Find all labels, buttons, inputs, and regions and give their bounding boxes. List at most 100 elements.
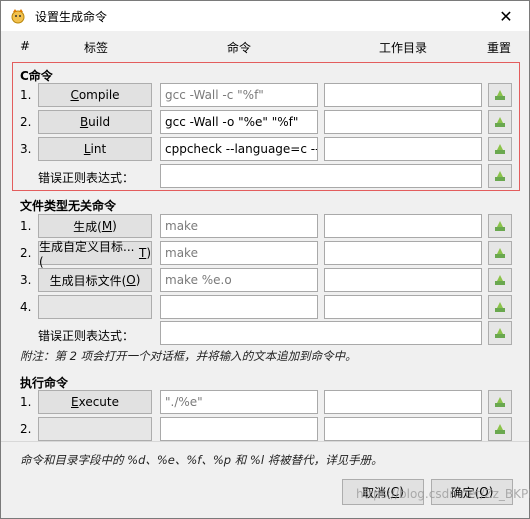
cancel-label-post: ) (399, 485, 404, 499)
reset-button[interactable] (488, 417, 512, 441)
row-number: 4. (20, 300, 32, 314)
workdir-input[interactable] (324, 137, 482, 161)
workdir-input[interactable] (324, 268, 482, 292)
row-number: 1. (20, 219, 32, 233)
label-text: 生成自定义目标...( (39, 239, 135, 269)
label-mnemonic: L (83, 142, 91, 156)
workdir-input[interactable] (324, 110, 482, 134)
command-label-button[interactable]: 生成自定义目标...(T) (38, 240, 152, 269)
label-mnemonic: O (126, 273, 136, 287)
workdir-input[interactable] (324, 241, 482, 265)
reset-button[interactable] (488, 241, 512, 265)
indep-section-title: 文件类型无关命令 (20, 199, 117, 213)
row-number: 2. (20, 422, 32, 436)
workdir-input[interactable] (324, 390, 482, 414)
command-input[interactable]: make (160, 214, 318, 238)
row-number: 2. (20, 115, 32, 129)
indep-regex-label: 错误正则表达式： (38, 329, 135, 343)
command-label-button[interactable]: 生成(M) (38, 214, 152, 238)
c-regex-label: 错误正则表达式： (38, 171, 135, 185)
close-button[interactable]: ✕ (483, 1, 529, 31)
clear-icon (495, 144, 505, 154)
indep-regex-reset-button[interactable] (488, 321, 512, 345)
command-input[interactable] (160, 295, 318, 319)
workdir-input[interactable] (324, 214, 482, 238)
header-num: # (20, 39, 31, 53)
footer-divider (1, 441, 529, 442)
window-title: 设置生成命令 (35, 10, 108, 24)
reset-button[interactable] (488, 83, 512, 107)
close-icon: ✕ (499, 6, 513, 26)
label-text: 生成( (73, 219, 102, 234)
reset-button[interactable] (488, 137, 512, 161)
workdir-input[interactable] (324, 417, 482, 441)
command-label-button[interactable]: Lint (38, 137, 152, 161)
cancel-button[interactable]: 取消(C) (342, 479, 424, 505)
workdir-input[interactable] (324, 83, 482, 107)
label-mnemonic: M (101, 219, 113, 233)
row-number: 1. (20, 88, 32, 102)
label-mnemonic: E (71, 395, 79, 409)
geany-app-icon (11, 9, 25, 24)
c-regex-reset-button[interactable] (488, 164, 512, 188)
command-input[interactable]: gcc -Wall -o "%e" "%f" (160, 110, 318, 134)
row-number: 1. (20, 395, 32, 409)
reset-button[interactable] (488, 214, 512, 238)
command-input[interactable]: "./%e" (160, 390, 318, 414)
c-regex-input[interactable] (160, 164, 482, 188)
command-label-button[interactable] (38, 295, 152, 319)
label-mnemonic: T (138, 246, 147, 260)
clear-icon (495, 424, 505, 434)
label-text: int (90, 142, 107, 156)
indep-regex-input[interactable] (160, 321, 482, 345)
reset-button[interactable] (488, 295, 512, 319)
command-label-button[interactable]: Execute (38, 390, 152, 414)
clear-icon (495, 248, 505, 258)
command-label-button[interactable]: Build (38, 110, 152, 134)
ok-button[interactable]: 确定(O) (431, 479, 513, 505)
label-text: xecute (78, 395, 119, 409)
label-mnemonic: C (70, 88, 79, 102)
exec-section-title: 执行命令 (20, 376, 69, 390)
dialog-window: 设置生成命令 ✕ # 标签 命令 工作目录 重置 C命令 1. Compile gc… (0, 0, 530, 519)
command-label-button[interactable]: 生成目标文件(O) (38, 268, 152, 292)
command-input[interactable]: make (160, 241, 318, 265)
clear-icon (495, 221, 505, 231)
reset-button[interactable] (488, 268, 512, 292)
indep-note: 附注：第 2 项会打开一个对话框，并将输入的文本追加到命令中。 (20, 349, 357, 363)
header-workdir: 工作目录 (379, 41, 428, 55)
label-text: ) (135, 273, 141, 287)
reset-button[interactable] (488, 110, 512, 134)
clear-icon (495, 117, 505, 127)
header-command: 命令 (227, 41, 252, 55)
reset-button[interactable] (488, 390, 512, 414)
header-label: 标签 (84, 41, 109, 55)
command-input[interactable]: make %e.o (160, 268, 318, 292)
clear-icon (495, 171, 505, 181)
row-number: 3. (20, 273, 32, 287)
header-reset: 重置 (487, 41, 512, 55)
command-input[interactable] (160, 417, 318, 441)
ok-mnemonic: O (479, 485, 489, 499)
row-number: 2. (20, 246, 32, 260)
label-text: uild (88, 115, 111, 129)
clear-icon (495, 328, 505, 338)
command-input[interactable]: gcc -Wall -c "%f" (160, 83, 318, 107)
footer-note: 命令和目录字段中的 %d、%e、%f、%p 和 %l 将被替代，详见手册。 (20, 453, 383, 467)
titlebar: 设置生成命令 ✕ (1, 1, 529, 31)
clear-icon (495, 90, 505, 100)
workdir-input[interactable] (324, 295, 482, 319)
label-text: ) (146, 246, 151, 260)
label-text: ompile (78, 88, 120, 102)
command-label-button[interactable]: Compile (38, 83, 152, 107)
ok-label-pre: 确定( (450, 485, 480, 500)
label-mnemonic: B (79, 115, 89, 129)
clear-icon (495, 397, 505, 407)
cancel-label-pre: 取消( (362, 485, 391, 500)
command-label-button[interactable] (38, 417, 152, 441)
command-input[interactable]: cppcheck --language=c -- (160, 137, 318, 161)
clear-icon (495, 302, 505, 312)
c-section-title: C命令 (20, 69, 53, 83)
row-number: 3. (20, 142, 32, 156)
label-text: ) (112, 219, 117, 233)
